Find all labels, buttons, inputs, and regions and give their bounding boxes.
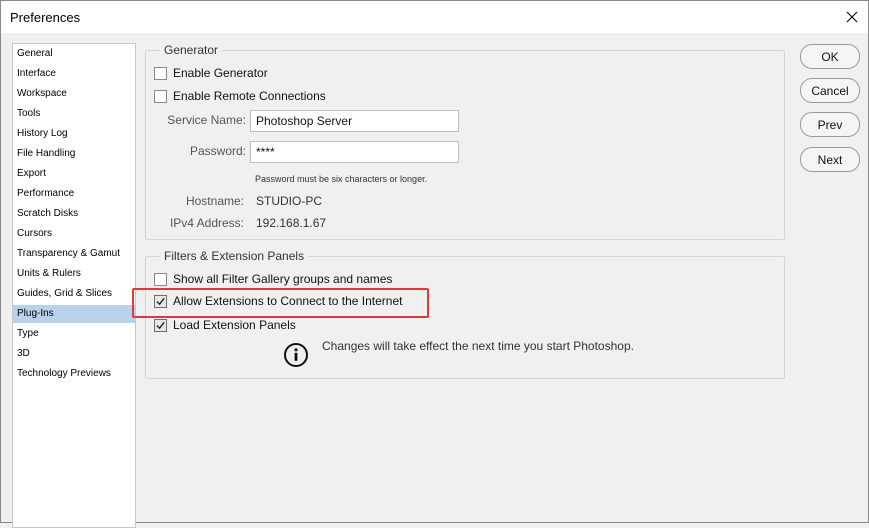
- checkbox-box: [154, 318, 167, 332]
- password-input[interactable]: [250, 141, 459, 163]
- hostname-label: Hostname:: [185, 194, 244, 208]
- sidebar-item-interface[interactable]: Interface: [13, 65, 135, 83]
- close-icon: [846, 11, 858, 23]
- sidebar-item-3d[interactable]: 3D: [13, 345, 135, 363]
- sidebar-item-plug-ins[interactable]: Plug-Ins: [13, 305, 135, 323]
- window-title: Preferences: [10, 10, 81, 25]
- next-button[interactable]: Next: [800, 147, 860, 172]
- prev-button[interactable]: Prev: [800, 112, 860, 137]
- checkbox-box: [154, 66, 167, 80]
- enable-generator-checkbox[interactable]: Enable Generator: [154, 64, 268, 82]
- service-name-label: Service Name:: [167, 113, 246, 127]
- sidebar-item-transparency-gamut[interactable]: Transparency & Gamut: [13, 245, 135, 263]
- close-button[interactable]: [836, 1, 868, 33]
- group-title-filters: Filters & Extension Panels: [160, 248, 309, 264]
- preferences-sidebar: General Interface Workspace Tools History Lo…: [12, 43, 136, 528]
- checkbox-box: [154, 294, 167, 308]
- sidebar-item-guides-grid-slices[interactable]: Guides, Grid & Slices: [13, 285, 135, 303]
- ipv4-label: IPv4 Address:: [169, 216, 244, 230]
- sidebar-item-export[interactable]: Export: [13, 165, 135, 183]
- allow-extensions-internet-checkbox[interactable]: Allow Extensions to Connect to the Inter…: [154, 292, 402, 310]
- preferences-dialog: Preferences General Interface Workspace Too…: [0, 0, 869, 528]
- group-title-generator: Generator: [160, 42, 223, 58]
- sidebar-item-workspace[interactable]: Workspace: [13, 85, 135, 103]
- service-name-input[interactable]: [250, 110, 459, 132]
- checkbox-label: Load Extension Panels: [173, 318, 296, 332]
- sidebar-item-tools[interactable]: Tools: [13, 105, 135, 123]
- load-extension-panels-checkbox[interactable]: Load Extension Panels: [154, 316, 296, 334]
- password-label: Password:: [189, 144, 246, 158]
- checkmark-icon: [156, 297, 165, 305]
- ok-button[interactable]: OK: [800, 44, 860, 69]
- password-hint: Password must be six characters or longe…: [255, 174, 428, 184]
- checkmark-icon: [156, 321, 165, 329]
- restart-info-text: Changes will take effect the next time y…: [322, 339, 634, 353]
- sidebar-item-file-handling[interactable]: File Handling: [13, 145, 135, 163]
- enable-remote-connections-checkbox[interactable]: Enable Remote Connections: [154, 87, 326, 105]
- checkbox-label: Enable Generator: [173, 66, 268, 80]
- hostname-value: STUDIO-PC: [256, 194, 322, 208]
- sidebar-item-performance[interactable]: Performance: [13, 185, 135, 203]
- title-bar: Preferences: [1, 1, 868, 33]
- sidebar-item-technology-previews[interactable]: Technology Previews: [13, 365, 135, 383]
- sidebar-item-history-log[interactable]: History Log: [13, 125, 135, 143]
- cancel-button[interactable]: Cancel: [800, 78, 860, 103]
- info-icon: [284, 343, 308, 367]
- ipv4-value: 192.168.1.67: [256, 216, 327, 230]
- checkbox-label: Show all Filter Gallery groups and names: [173, 272, 393, 286]
- checkbox-box: [154, 272, 167, 286]
- sidebar-item-general[interactable]: General: [13, 45, 135, 63]
- sidebar-item-units-rulers[interactable]: Units & Rulers: [13, 265, 135, 283]
- show-all-filter-gallery-checkbox[interactable]: Show all Filter Gallery groups and names: [154, 270, 392, 288]
- checkbox-label: Allow Extensions to Connect to the Inter…: [173, 294, 403, 308]
- sidebar-item-type[interactable]: Type: [13, 325, 135, 343]
- sidebar-item-cursors[interactable]: Cursors: [13, 225, 135, 243]
- checkbox-label: Enable Remote Connections: [173, 89, 326, 103]
- sidebar-item-scratch-disks[interactable]: Scratch Disks: [13, 205, 135, 223]
- checkbox-box: [154, 89, 167, 103]
